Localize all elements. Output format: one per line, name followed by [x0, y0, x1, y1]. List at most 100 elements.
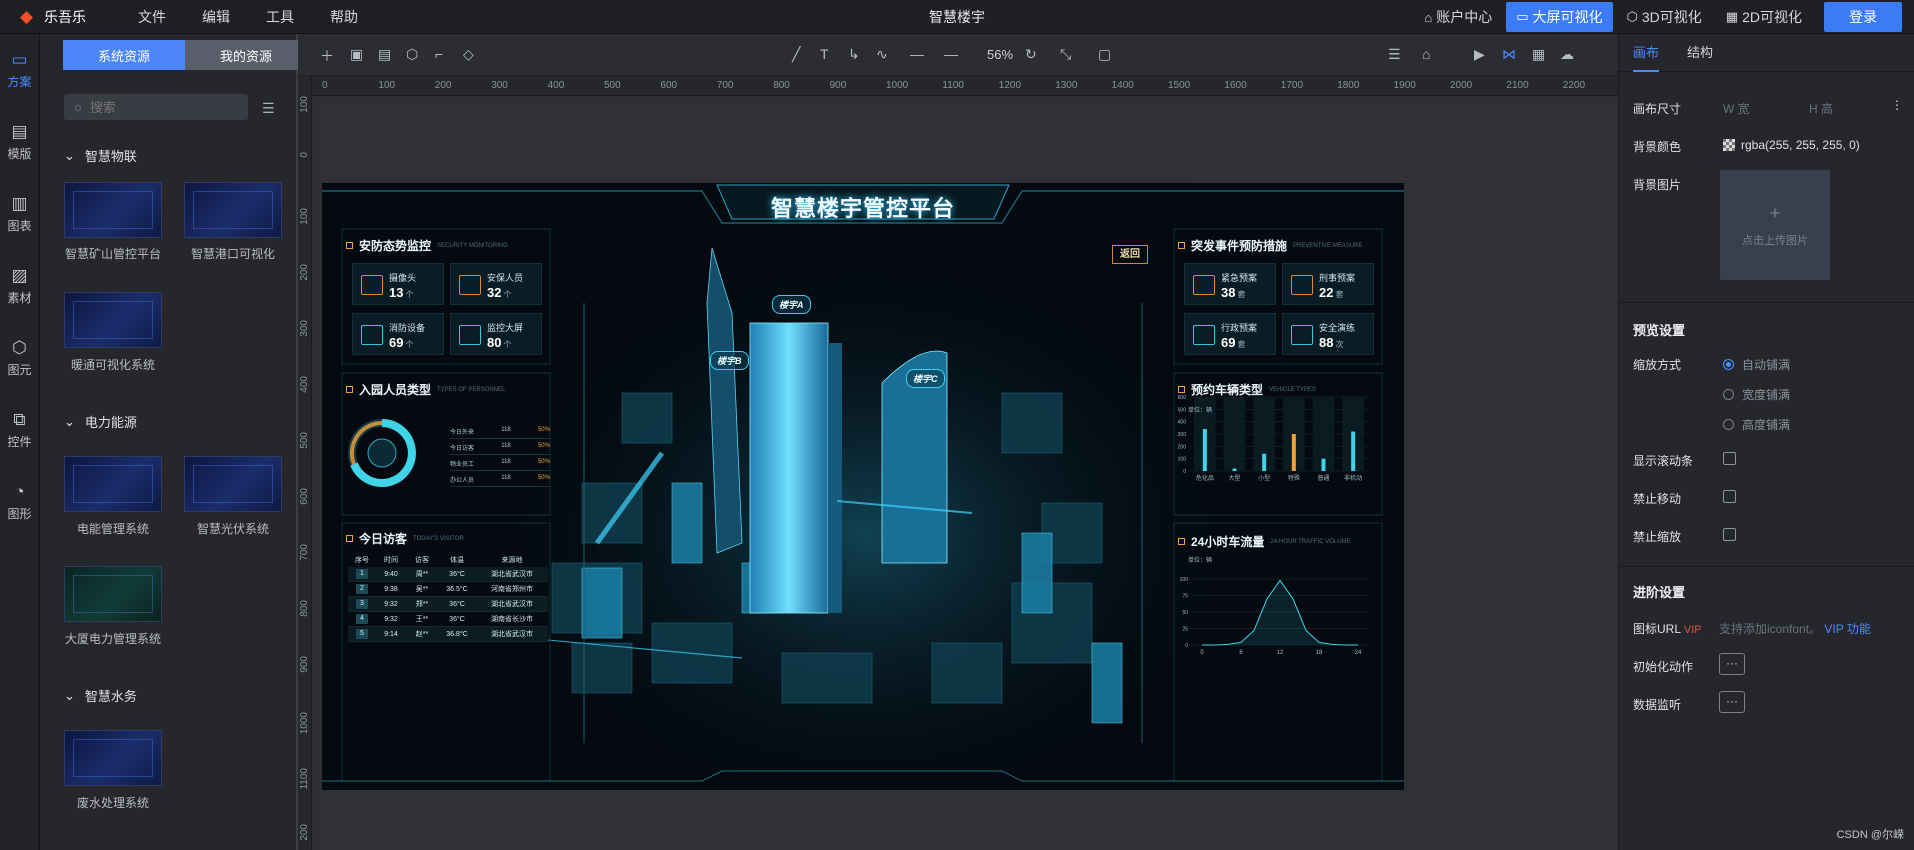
- bg-color-field[interactable]: rgba(255, 255, 255, 0): [1723, 138, 1860, 152]
- template-caption: 废水处理系统: [76, 796, 149, 810]
- template-thumbnail[interactable]: [64, 730, 162, 786]
- line-style-icon[interactable]: —: [944, 46, 958, 62]
- category-header[interactable]: ⌄ 智慧物联: [64, 146, 137, 165]
- line-icon[interactable]: —: [910, 46, 924, 62]
- project-title[interactable]: 智慧楼宇: [929, 7, 985, 27]
- kpi-card: 安保人员 32 个: [450, 263, 542, 305]
- rail-item-charts[interactable]: ▥ 图表: [0, 178, 39, 250]
- play-icon[interactable]: ▶: [1474, 46, 1485, 63]
- text-icon[interactable]: T: [820, 46, 829, 62]
- ruler-tick: 700: [299, 544, 310, 561]
- rail-item-solutions[interactable]: ▭ 方案: [0, 34, 39, 106]
- back-button[interactable]: 返回: [1112, 245, 1148, 264]
- menu-file[interactable]: 文件: [120, 7, 184, 27]
- panel-title-security: 安防态势监控 SECURITY MONITORING: [346, 237, 508, 254]
- category-header[interactable]: ⌄ 智慧水务: [64, 686, 137, 705]
- y-tick-label: 25: [1182, 627, 1188, 633]
- tab-my-resources[interactable]: 我的资源: [185, 40, 307, 70]
- eraser-icon[interactable]: ◇: [463, 46, 474, 63]
- ruler-tick: 1600: [1224, 80, 1247, 91]
- resource-tabs: 系统资源 我的资源: [63, 40, 307, 70]
- building-label[interactable]: 楼宇B: [710, 351, 749, 370]
- table-row[interactable]: 4 9:32 王** 36°C 湖南省长沙市: [348, 612, 548, 627]
- tab-canvas[interactable]: 画布: [1633, 34, 1660, 72]
- search-input[interactable]: [89, 99, 220, 115]
- tab-structure[interactable]: 结构: [1687, 34, 1713, 72]
- account-center-button[interactable]: ⌂ 账户中心: [1414, 2, 1502, 32]
- 2d-visual-button[interactable]: ▦ 2D可视化: [1716, 2, 1812, 32]
- list-view-icon[interactable]: ☰: [262, 100, 275, 117]
- menu-help[interactable]: 帮助: [312, 7, 376, 27]
- rail-item-controls[interactable]: ⧉ 控件: [0, 394, 39, 466]
- table-row[interactable]: 3 9:32 郑** 36°C 湖北省武汉市: [348, 597, 548, 612]
- table-row[interactable]: 5 9:14 赵** 36.8°C 湖北省武汉市: [348, 627, 548, 642]
- template-thumbnail[interactable]: [64, 566, 162, 622]
- init-action-button[interactable]: ···: [1719, 653, 1745, 675]
- 3d-visual-button[interactable]: ⬡ 3D可视化: [1617, 2, 1712, 32]
- ruler-tick: 1900: [1393, 80, 1416, 91]
- disable-move-checkbox[interactable]: [1723, 490, 1736, 503]
- table-row[interactable]: 2 9:38 吴** 36.5°C 河南省郑州市: [348, 582, 548, 597]
- tab-system-resources[interactable]: 系统资源: [63, 40, 185, 70]
- logo[interactable]: ◆ 乐吾乐: [0, 7, 120, 27]
- height-field[interactable]: H 高: [1809, 100, 1833, 117]
- kpi-card: 监控大屏 80 个: [450, 313, 542, 355]
- template-thumbnail[interactable]: [64, 456, 162, 512]
- menu-edit[interactable]: 编辑: [184, 7, 248, 27]
- big-screen-button[interactable]: ▭ 大屏可视化: [1506, 2, 1613, 32]
- cloud-icon[interactable]: ☁: [1560, 46, 1574, 63]
- zoom-level[interactable]: 56%: [987, 47, 1013, 62]
- scale-auto-radio[interactable]: 自动铺满: [1723, 356, 1790, 373]
- search-box: ○: [64, 94, 248, 120]
- rail-item-templates[interactable]: ▤ 模版: [0, 106, 39, 178]
- upload-image-box[interactable]: + 点击上传图片: [1720, 170, 1830, 280]
- pen-icon[interactable]: ╱: [792, 46, 800, 63]
- template-thumbnail[interactable]: [184, 182, 282, 238]
- template-thumbnail[interactable]: [184, 456, 282, 512]
- table-cell: 河南省郑州市: [491, 586, 533, 593]
- connector-icon[interactable]: ↳: [848, 46, 860, 63]
- resource-panel: 系统资源 我的资源 ○ ☰ ⌄智慧物联 智慧矿山管控平台 智慧港口可视化 暖通可…: [40, 34, 307, 850]
- format-brush-icon[interactable]: ⌐: [435, 46, 443, 62]
- template-thumbnail[interactable]: [64, 292, 162, 348]
- chevron-down-icon: ⌄: [64, 413, 75, 429]
- save-as-icon[interactable]: ▤: [378, 46, 391, 63]
- scale-height-radio[interactable]: 高度铺满: [1723, 416, 1790, 433]
- rail-item-materials[interactable]: ▨ 素材: [0, 250, 39, 322]
- building-label[interactable]: 楼宇A: [772, 295, 811, 314]
- bar: [1351, 431, 1356, 471]
- template-thumbnail[interactable]: [64, 182, 162, 238]
- curve-icon[interactable]: ∿: [876, 46, 888, 63]
- qrcode-icon[interactable]: ▦: [1532, 46, 1545, 63]
- category-header[interactable]: ⌄ 电力能源: [64, 412, 137, 431]
- scale-width-radio[interactable]: 宽度铺满: [1723, 386, 1790, 403]
- data-listen-button[interactable]: ···: [1719, 691, 1745, 713]
- dashboard-canvas[interactable]: 0 100 200 300 400 500 600 危化品 大型 小型 特殊 普通 非机动 0 25 50 7…: [322, 183, 1404, 790]
- table-cell: 36°C: [449, 615, 465, 623]
- frame-icon[interactable]: ▢: [1098, 46, 1111, 63]
- monitor-icon: ▭: [11, 49, 28, 69]
- show-scrollbar-checkbox[interactable]: [1723, 452, 1736, 465]
- layers-icon[interactable]: ☰: [1388, 46, 1401, 63]
- disable-zoom-checkbox[interactable]: [1723, 528, 1736, 541]
- fit-icon[interactable]: ⤡: [1060, 46, 1071, 63]
- building-label[interactable]: 楼宇C: [906, 369, 945, 388]
- table-cell: 郑**: [415, 601, 429, 608]
- table-cell: 36.8°C: [446, 630, 468, 638]
- export-icon[interactable]: ⬡: [406, 46, 418, 63]
- save-icon[interactable]: ▣: [350, 46, 363, 63]
- menu-tools[interactable]: 工具: [248, 7, 312, 27]
- title-marker-icon: [1178, 538, 1185, 545]
- login-button[interactable]: 登录: [1824, 2, 1902, 32]
- table-row[interactable]: 1 9:40 周** 36°C 湖北省武汉市: [348, 567, 548, 582]
- width-field[interactable]: W 宽: [1723, 100, 1750, 117]
- rail-item-shapes[interactable]: ◔ 图形: [0, 466, 39, 538]
- y-tick-label: 400: [1178, 420, 1187, 426]
- lock-icon[interactable]: ⌂: [1422, 46, 1430, 62]
- more-icon[interactable]: ⋮: [1891, 98, 1903, 112]
- rail-item-elements[interactable]: ⬡ 图元: [0, 322, 39, 394]
- share-icon[interactable]: ⋈: [1502, 46, 1516, 63]
- table-cell: 湖北省武汉市: [491, 601, 533, 608]
- add-icon[interactable]: ＋: [320, 46, 334, 66]
- refresh-icon[interactable]: ↻: [1025, 46, 1037, 63]
